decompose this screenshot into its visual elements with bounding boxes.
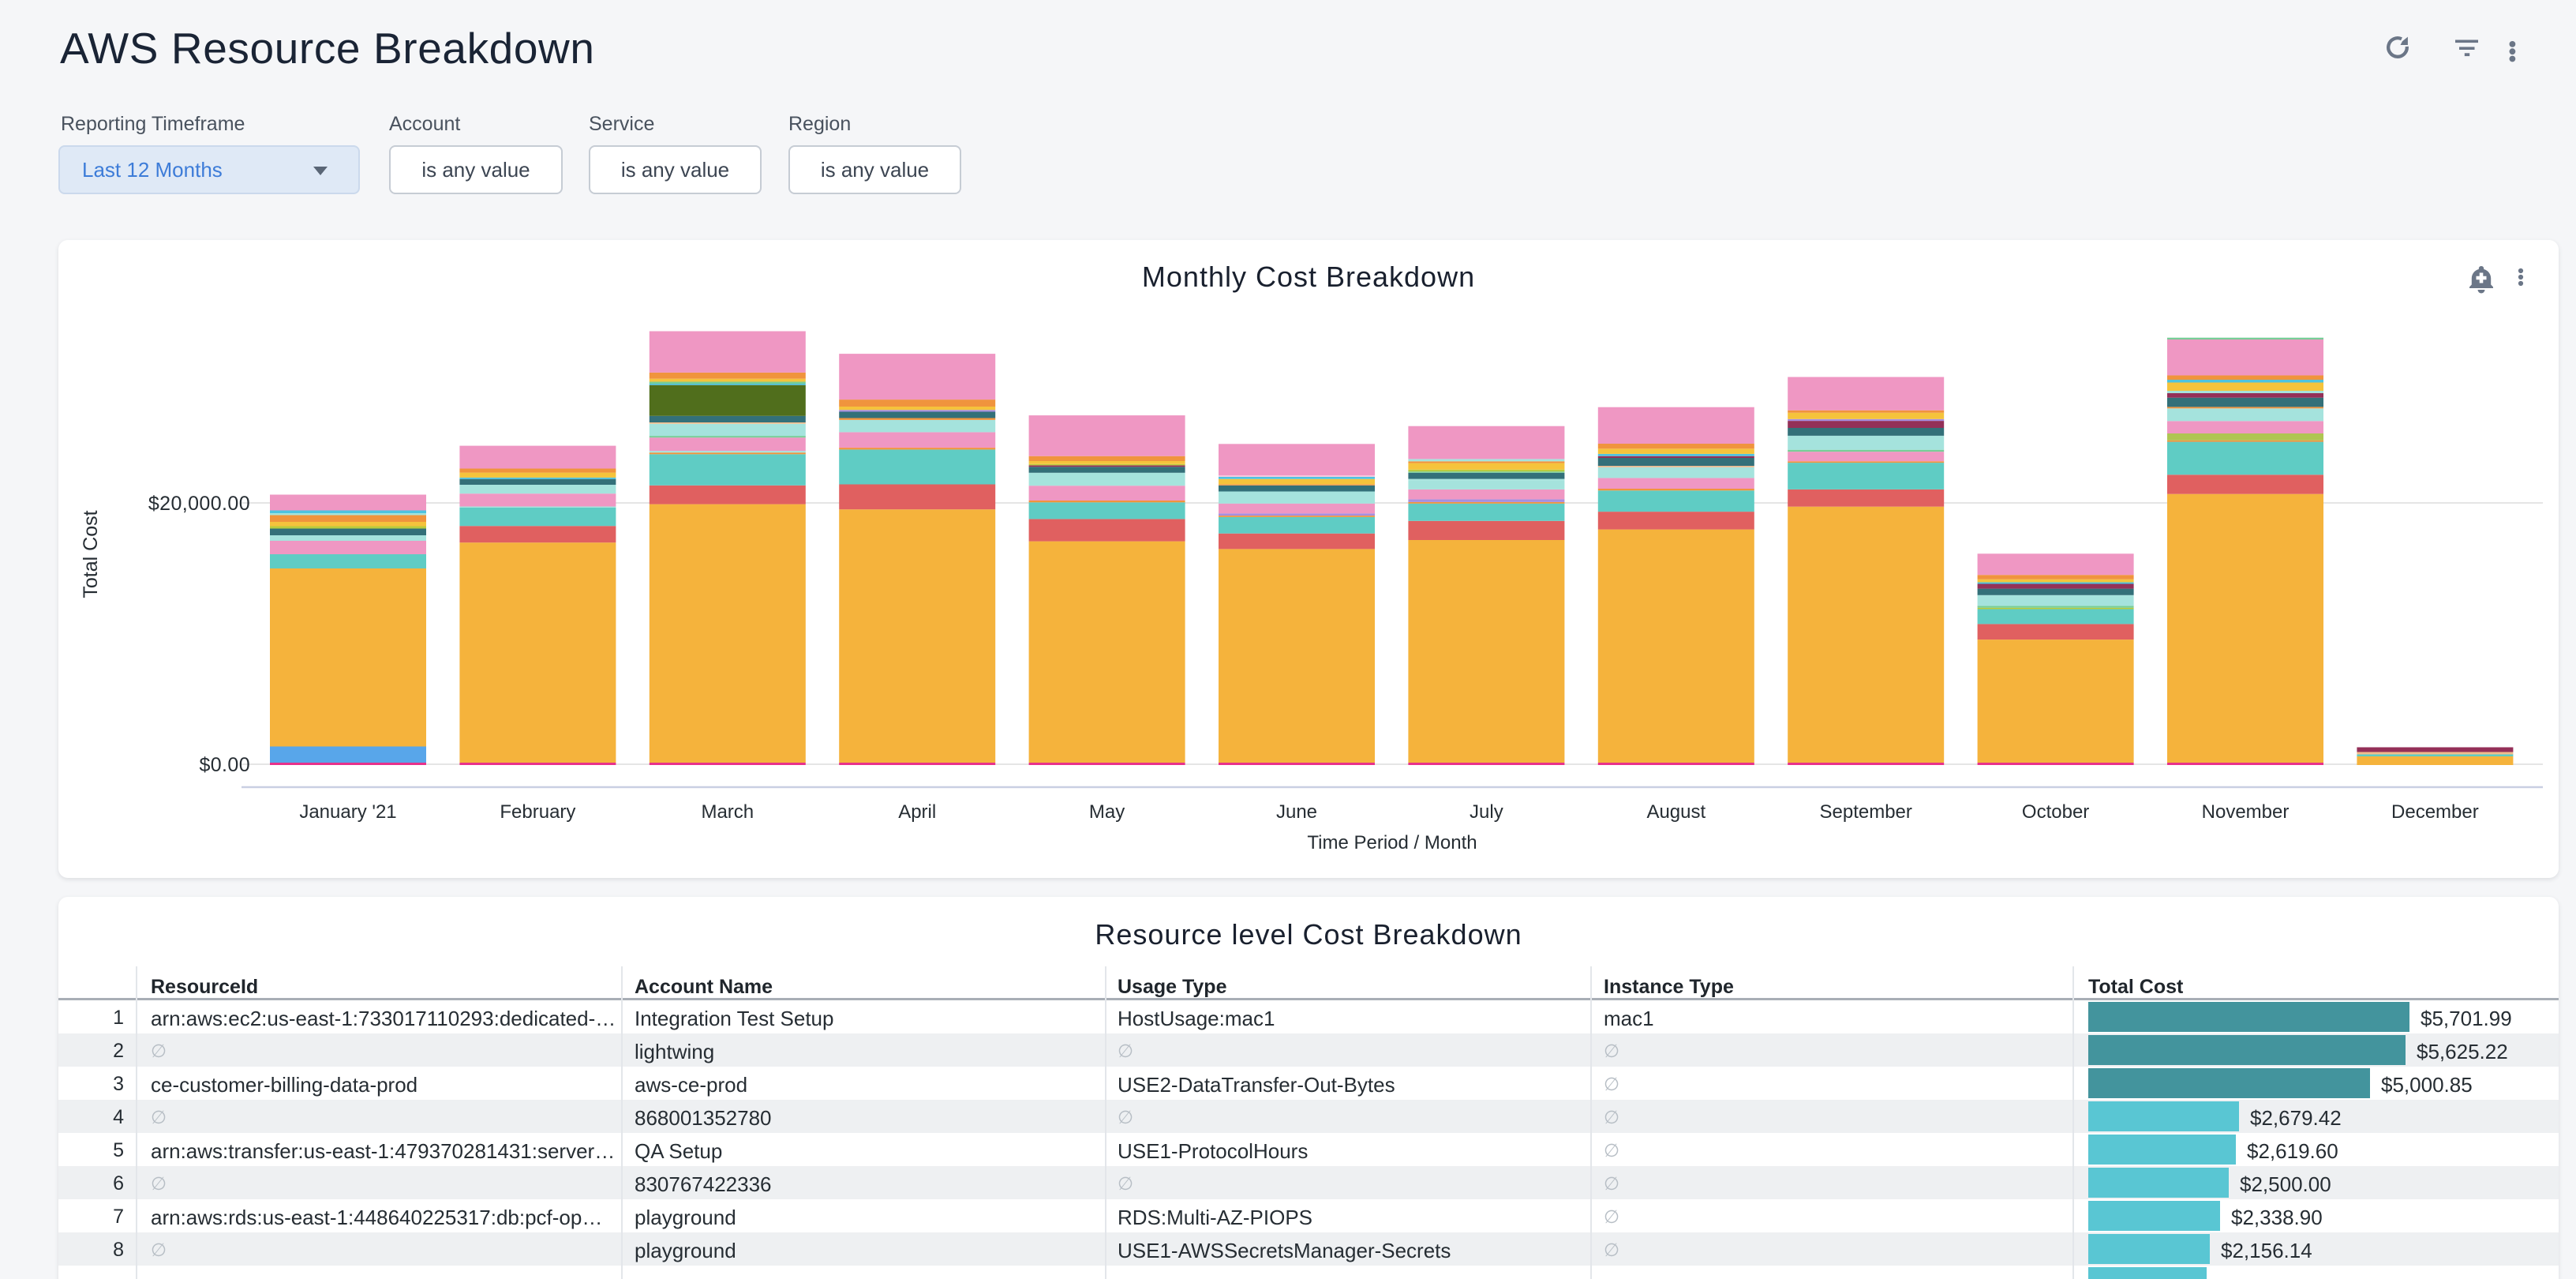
svg-text:July: July: [1470, 801, 1503, 823]
svg-text:November: November: [2202, 801, 2290, 823]
svg-text:May: May: [1089, 801, 1125, 823]
svg-text:$20,000.00: $20,000.00: [148, 493, 250, 515]
svg-text:Total Cost: Total Cost: [80, 510, 102, 598]
svg-text:August: August: [1646, 801, 1705, 823]
svg-text:$0.00: $0.00: [199, 754, 250, 776]
svg-text:September: September: [1819, 801, 1911, 823]
svg-text:February: February: [500, 801, 575, 823]
svg-text:March: March: [701, 801, 754, 823]
svg-text:April: April: [898, 801, 936, 823]
svg-text:Time Period / Month: Time Period / Month: [1307, 832, 1477, 853]
svg-text:December: December: [2391, 801, 2479, 823]
svg-text:June: June: [1276, 801, 1317, 823]
svg-text:October: October: [2022, 801, 2089, 823]
svg-text:January '21: January '21: [299, 801, 396, 823]
